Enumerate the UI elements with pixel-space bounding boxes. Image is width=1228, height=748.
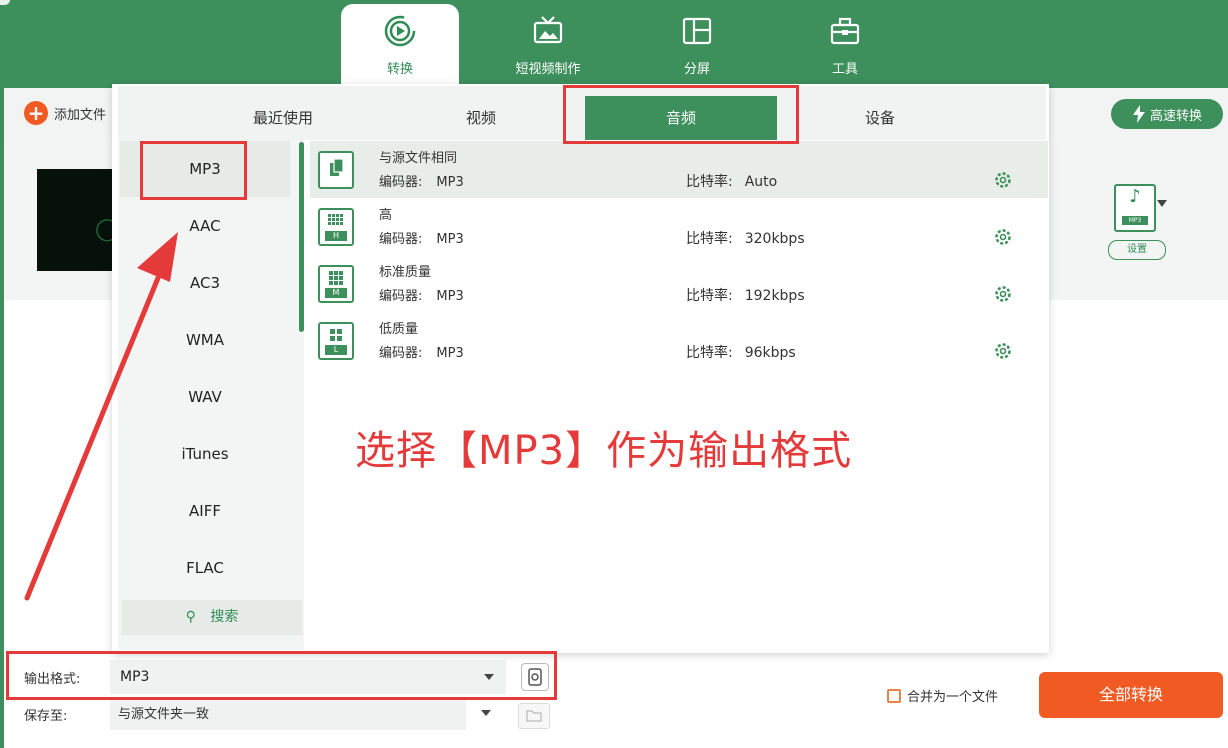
format-item-itunes[interactable]: iTunes [120,426,290,482]
format-item-ac3[interactable]: AC3 [120,255,290,311]
save-to-label: 保存至: [24,709,68,724]
quality-row-high[interactable]: H 高 编码器: MP3 比特率: 320kbps [310,198,1048,255]
quality-name: 标准质量 [379,265,432,280]
quality-row-standard[interactable]: M 标准质量 编码器: MP3 比特率: 192kbps [310,255,1048,312]
high-speed-toggle[interactable]: 高速转换 [1111,99,1223,129]
tab-tools[interactable]: 工具 [786,0,904,88]
output-format-tag: MP3 [1122,216,1148,225]
gear-icon[interactable] [993,170,1013,190]
add-file-label: 添加文件 [54,107,107,123]
highlight-mp3-item [140,141,247,200]
quality-encoder: 编码器: MP3 [379,346,464,361]
split-screen-icon [682,17,712,45]
chevron-down-icon[interactable] [1157,200,1167,207]
quality-medium-icon: M [318,265,354,303]
tab-split-screen[interactable]: 分屏 [638,0,756,88]
quality-encoder: 编码器: MP3 [379,175,464,190]
quality-high-icon: H [318,208,354,246]
tab-recent[interactable]: 最近使用 [187,96,379,140]
music-note-icon: ♪ [1129,186,1141,207]
save-to-dropdown-icon[interactable] [481,710,491,716]
quality-name: 低质量 [379,322,419,337]
format-item-aac[interactable]: AAC [120,198,290,254]
quality-encoder: 编码器: MP3 [379,289,464,304]
search-icon: ⚲ [185,609,196,625]
tab-convert-label: 转换 [386,62,413,77]
add-file-button[interactable]: + 添加文件 [24,101,106,125]
quality-encoder: 编码器: MP3 [379,232,464,247]
copy-file-icon [318,151,354,189]
app-logo [0,0,10,5]
quality-row-low[interactable]: L 低质量 编码器: MP3 比特率: 96kbps [310,312,1048,369]
quality-name: 与源文件相同 [379,151,458,166]
save-to-select[interactable]: 与源文件夹一致 [110,700,466,730]
format-item-flac[interactable]: FLAC [120,540,290,596]
high-speed-label: 高速转换 [1149,108,1202,124]
quality-row-same-as-source[interactable]: 与源文件相同 编码器: MP3 比特率: Auto [310,141,1048,198]
format-item-aiff[interactable]: AIFF [120,483,290,539]
format-item-wma[interactable]: WMA [120,312,290,368]
plus-icon: + [24,101,48,125]
tab-tools-label: 工具 [831,62,858,77]
app-header [0,0,1228,88]
quality-bitrate: 比特率: 320kbps [686,231,805,247]
convert-all-button[interactable]: 全部转换 [1039,672,1223,718]
video-thumbnail[interactable]: ◯ [37,169,120,271]
format-list-scrollbar[interactable] [299,142,304,332]
convert-icon [384,15,416,47]
tab-short-video[interactable]: 短视频制作 [489,0,607,88]
browse-folder-button[interactable] [518,703,550,729]
tab-short-video-label: 短视频制作 [515,62,581,77]
quality-bitrate: 比特率: 192kbps [686,288,805,304]
quality-low-icon: L [318,322,354,360]
format-search-button[interactable]: ⚲ 搜索 [122,600,302,635]
annotation-text: 选择【MP3】作为输出格式 [355,428,853,474]
tv-icon [533,16,563,44]
format-item-wav[interactable]: WAV [120,369,290,425]
save-to-value: 与源文件夹一致 [118,707,210,722]
merge-label: 合并为一个文件 [907,690,999,705]
gear-icon[interactable] [993,227,1013,247]
toolbox-icon [830,17,860,45]
merge-checkbox[interactable]: 合并为一个文件 [887,686,998,705]
tab-split-screen-label: 分屏 [683,62,710,77]
output-format-file-icon[interactable]: ♪ MP3 [1114,184,1156,232]
highlight-audio-tab [563,85,799,144]
quality-name: 高 [379,208,393,223]
search-label: 搜索 [210,609,239,625]
file-settings-button[interactable]: 设置 [1108,240,1166,260]
quality-bitrate: 比特率: 96kbps [686,345,796,361]
highlight-output-format [6,651,557,700]
quality-bitrate: 比特率: Auto [686,174,778,190]
folder-icon [526,710,542,722]
gear-icon[interactable] [993,341,1013,361]
gear-icon[interactable] [993,284,1013,304]
tab-convert[interactable]: 转换 [341,4,459,88]
tab-video[interactable]: 视频 [385,96,577,140]
tab-device[interactable]: 设备 [784,96,976,140]
lightning-icon [1132,105,1145,123]
checkbox-icon [887,688,901,703]
